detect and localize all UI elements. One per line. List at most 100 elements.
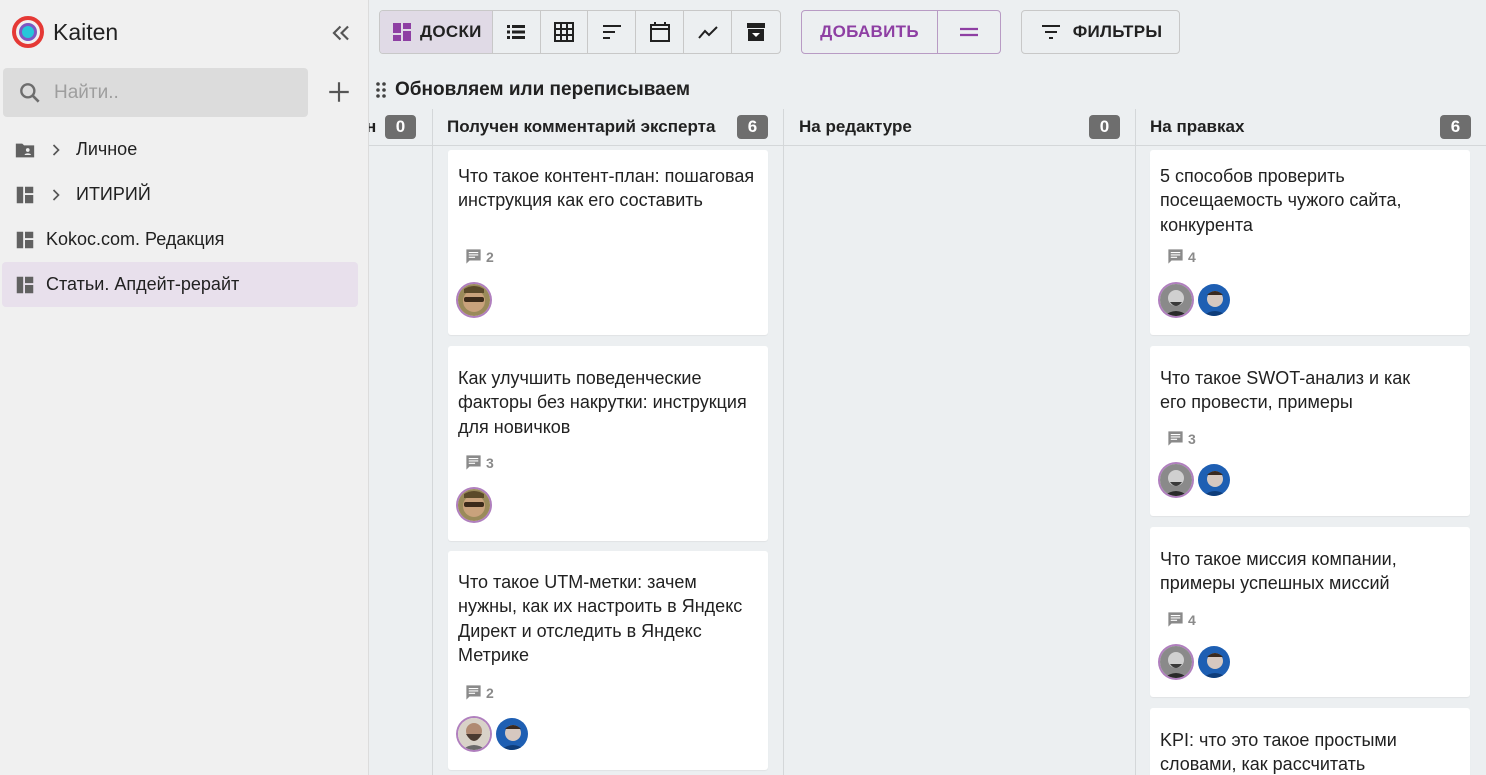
kaiten-logo-icon <box>12 16 44 48</box>
avatar[interactable] <box>458 284 490 316</box>
column-count-badge: 6 <box>1440 115 1471 139</box>
column-title: н <box>369 117 376 137</box>
column-title: На редактуре <box>799 117 912 136</box>
column-divider <box>1135 109 1136 775</box>
column-title: Получен комментарий эксперта <box>447 117 716 136</box>
card-comments: 4 <box>1166 247 1196 266</box>
drag-handle-icon[interactable] <box>374 81 388 99</box>
comment-count: 3 <box>1188 430 1196 447</box>
card[interactable]: Что такое SWOT-анализ и как его провести… <box>1150 346 1470 516</box>
search-box[interactable] <box>3 68 308 117</box>
chevron-right-icon[interactable] <box>46 185 66 205</box>
boards-icon <box>393 23 411 41</box>
avatar[interactable] <box>1198 464 1230 496</box>
card-title: Что такое контент-план: пошаговая инстру… <box>458 166 755 211</box>
column-divider <box>783 109 784 775</box>
comment-icon <box>466 249 481 264</box>
reports-view-button[interactable] <box>684 11 733 53</box>
column-count-badge: 0 <box>1089 115 1120 139</box>
filters-label: ФИЛЬТРЫ <box>1072 22 1163 41</box>
card-title: Что такое UTM-метки: зачем нужны, как их… <box>458 572 743 665</box>
card-comments: 2 <box>464 683 494 702</box>
sidebar-item-label: Личное <box>76 139 138 159</box>
trend-chart-icon <box>697 26 718 39</box>
brand[interactable]: Kaiten <box>12 16 118 48</box>
card[interactable]: KPI: что это такое простыми словами, как… <box>1150 708 1470 775</box>
column-title: На правках <box>1150 117 1245 136</box>
avatar[interactable] <box>1198 284 1230 316</box>
archive-view-button[interactable] <box>732 11 780 53</box>
archive-icon <box>747 23 766 41</box>
sidebar-item-itiriy[interactable]: ИТИРИЙ <box>2 172 358 217</box>
comment-count: 4 <box>1188 248 1196 265</box>
avatar[interactable] <box>496 718 528 750</box>
card-comments: 3 <box>464 453 494 472</box>
comment-icon <box>466 685 481 700</box>
avatar[interactable] <box>1160 464 1192 496</box>
comment-icon <box>1168 249 1183 264</box>
sidebar-item-articles[interactable]: Статьи. Апдейт-рерайт <box>2 262 358 307</box>
avatar[interactable] <box>1160 646 1192 678</box>
list-icon <box>507 25 526 39</box>
card[interactable]: Что такое контент-план: пошаговая инстру… <box>448 150 768 335</box>
comment-icon <box>466 455 481 470</box>
card[interactable]: 5 способов проверить посещаемость чужого… <box>1150 150 1470 335</box>
list-view-button[interactable] <box>493 11 541 53</box>
collapse-sidebar-icon[interactable] <box>328 20 354 46</box>
card-members <box>1160 284 1236 316</box>
folder-person-icon <box>15 143 35 157</box>
chevron-right-icon[interactable] <box>46 140 66 160</box>
card-members <box>458 718 534 750</box>
table-view-button[interactable] <box>541 11 589 53</box>
comment-icon <box>1168 612 1183 627</box>
card-comments: 2 <box>464 247 494 266</box>
card[interactable]: Как улучшить поведенческие факторы без н… <box>448 346 768 541</box>
sidebar-item-kokoc[interactable]: Kokoc.com. Редакция <box>2 217 358 262</box>
view-switcher: ДОСКИ <box>379 10 781 54</box>
avatar[interactable] <box>458 718 490 750</box>
sidebar-item-label: Kokoc.com. Редакция <box>46 229 225 249</box>
calendar-icon <box>649 22 670 42</box>
lane-header: Обновляем или переписываем <box>374 77 690 103</box>
column-header[interactable]: На редактуре 0 <box>784 109 1135 146</box>
card-members <box>458 489 496 521</box>
app-name: Kaiten <box>53 18 119 45</box>
calendar-view-button[interactable] <box>636 11 685 53</box>
column-header[interactable]: н 0 <box>369 109 432 146</box>
sidebar-item-label: ИТИРИЙ <box>76 184 151 204</box>
card-title: Что такое миссия компании, примеры успеш… <box>1160 549 1397 594</box>
dashboard-icon <box>16 276 34 293</box>
boards-view-button[interactable]: ДОСКИ <box>380 11 493 53</box>
card-members <box>458 284 496 316</box>
add-options-button[interactable] <box>938 11 1000 53</box>
card-comments: 3 <box>1166 429 1196 448</box>
avatar[interactable] <box>1160 284 1192 316</box>
gantt-icon <box>602 25 621 39</box>
table-icon <box>554 22 575 42</box>
add-card-button[interactable]: ДОБАВИТЬ <box>802 11 938 53</box>
timeline-view-button[interactable] <box>588 11 637 53</box>
comment-count: 3 <box>486 454 494 471</box>
avatar[interactable] <box>1198 646 1230 678</box>
equals-icon <box>960 27 978 37</box>
add-space-icon[interactable] <box>326 79 352 105</box>
lane-title: Обновляем или переписываем <box>395 79 691 100</box>
add-button-group: ДОБАВИТЬ <box>801 10 1001 54</box>
filters-button[interactable]: ФИЛЬТРЫ <box>1021 10 1180 54</box>
column-header[interactable]: На правках 6 <box>1136 109 1486 146</box>
column-count-badge: 6 <box>737 115 768 139</box>
card[interactable]: Что такое миссия компании, примеры успеш… <box>1150 527 1470 697</box>
comment-count: 2 <box>486 248 494 265</box>
comment-count: 2 <box>486 684 494 701</box>
boards-view-label: ДОСКИ <box>420 22 482 41</box>
search-input[interactable] <box>54 81 284 104</box>
card-title: KPI: что это такое простыми словами, как… <box>1160 730 1397 775</box>
comment-count: 4 <box>1188 611 1196 628</box>
card-title: Что такое SWOT-анализ и как его провести… <box>1160 368 1411 413</box>
sidebar-item-personal[interactable]: Личное <box>2 127 358 172</box>
avatar[interactable] <box>458 489 490 521</box>
column-divider <box>432 109 433 775</box>
column-header[interactable]: Получен комментарий эксперта 6 <box>433 109 783 146</box>
card[interactable]: Что такое UTM-метки: зачем нужны, как их… <box>448 551 768 770</box>
card-title: Как улучшить поведенческие факторы без н… <box>458 368 747 437</box>
